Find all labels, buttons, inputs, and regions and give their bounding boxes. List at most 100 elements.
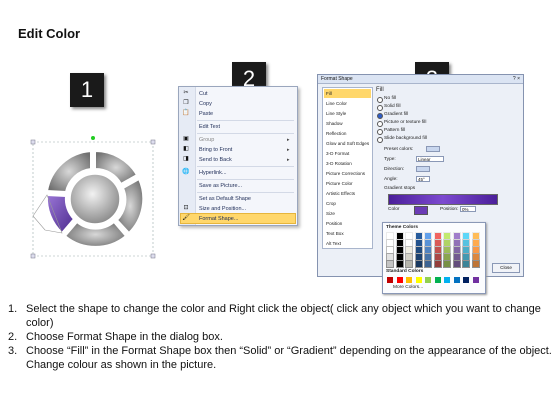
theme-color-swatch[interactable] bbox=[433, 232, 442, 240]
position-input[interactable]: 0% bbox=[460, 206, 476, 212]
color-picker-button[interactable] bbox=[414, 206, 428, 215]
theme-color-swatch[interactable] bbox=[462, 246, 470, 254]
resize-handle-tl[interactable] bbox=[30, 139, 36, 145]
theme-color-swatch[interactable] bbox=[405, 232, 413, 240]
menu-item-set-default-shape[interactable]: Set as Default Shape bbox=[181, 194, 293, 203]
theme-color-swatch[interactable] bbox=[414, 239, 423, 247]
theme-color-swatch[interactable] bbox=[405, 260, 413, 268]
theme-color-swatch[interactable] bbox=[452, 253, 461, 261]
menu-item-copy[interactable]: ❐ Copy bbox=[181, 99, 293, 108]
theme-color-swatch[interactable] bbox=[395, 253, 404, 261]
standard-color-swatch[interactable] bbox=[396, 277, 403, 283]
radio-slide-background-fill[interactable] bbox=[377, 137, 383, 143]
radio-picture-fill[interactable] bbox=[377, 121, 383, 127]
theme-color-swatch[interactable] bbox=[471, 253, 480, 261]
theme-color-swatch[interactable] bbox=[452, 232, 461, 240]
theme-color-swatch[interactable] bbox=[424, 246, 432, 254]
theme-color-swatch[interactable] bbox=[386, 239, 394, 247]
theme-color-swatch[interactable] bbox=[395, 260, 404, 268]
theme-color-swatch[interactable] bbox=[471, 260, 480, 268]
menu-item-edit-text[interactable]: Edit Text bbox=[181, 122, 293, 131]
theme-color-swatch[interactable] bbox=[471, 246, 480, 254]
theme-color-swatch[interactable] bbox=[414, 246, 423, 254]
theme-color-swatch[interactable] bbox=[433, 239, 442, 247]
standard-color-swatch[interactable] bbox=[472, 277, 479, 283]
standard-color-swatch[interactable] bbox=[453, 277, 460, 283]
theme-color-swatch[interactable] bbox=[443, 239, 451, 247]
theme-color-swatch[interactable] bbox=[443, 260, 451, 268]
menu-item-paste[interactable]: 📋 Paste bbox=[181, 109, 293, 118]
standard-color-swatch[interactable] bbox=[463, 277, 469, 283]
theme-color-swatch[interactable] bbox=[452, 260, 461, 268]
nav-item-picture-corrections[interactable]: Picture Corrections bbox=[324, 169, 371, 178]
nav-item-picture-color[interactable]: Picture Color bbox=[324, 179, 371, 188]
segmented-ring-shape[interactable] bbox=[25, 132, 165, 264]
theme-color-swatch[interactable] bbox=[433, 246, 442, 254]
theme-color-swatch[interactable] bbox=[471, 239, 480, 247]
menu-item-send-to-back[interactable]: ◨ Send to Back ▸ bbox=[181, 155, 293, 164]
theme-color-swatch[interactable] bbox=[443, 253, 451, 261]
standard-color-swatch[interactable] bbox=[415, 277, 422, 283]
standard-color-swatch[interactable] bbox=[444, 277, 450, 283]
menu-item-group[interactable]: ▣ Group ▸ bbox=[181, 135, 293, 144]
theme-color-swatch[interactable] bbox=[462, 260, 470, 268]
nav-item-text-box[interactable]: Text Box bbox=[324, 229, 371, 238]
theme-color-swatch[interactable] bbox=[424, 232, 432, 240]
nav-item-reflection[interactable]: Reflection bbox=[324, 129, 371, 138]
theme-color-swatch[interactable] bbox=[424, 253, 432, 261]
theme-color-swatch[interactable] bbox=[471, 232, 480, 240]
standard-color-swatch[interactable] bbox=[387, 277, 393, 283]
ring-segment-bottom[interactable] bbox=[63, 220, 128, 248]
theme-color-swatch[interactable] bbox=[405, 253, 413, 261]
menu-item-cut[interactable]: ✂ Cut bbox=[181, 89, 293, 98]
nav-item-artistic-effects[interactable]: Artistic Effects bbox=[324, 189, 371, 198]
standard-color-swatch[interactable] bbox=[425, 277, 431, 283]
nav-item-fill[interactable]: Fill bbox=[324, 89, 371, 98]
theme-color-swatch[interactable] bbox=[452, 246, 461, 254]
nav-item-crop[interactable]: Crop bbox=[324, 199, 371, 208]
theme-color-swatch[interactable] bbox=[395, 246, 404, 254]
theme-color-swatch[interactable] bbox=[386, 246, 394, 254]
theme-color-swatch[interactable] bbox=[386, 232, 394, 240]
menu-item-hyperlink[interactable]: 🌐 Hyperlink... bbox=[181, 168, 293, 177]
ring-segment-right[interactable] bbox=[115, 177, 145, 235]
theme-color-swatch[interactable] bbox=[433, 253, 442, 261]
nav-item-line-style[interactable]: Line Style bbox=[324, 109, 371, 118]
theme-color-swatch[interactable] bbox=[433, 260, 442, 268]
radio-no-fill[interactable] bbox=[377, 97, 383, 103]
radio-pattern-fill[interactable] bbox=[377, 129, 383, 135]
theme-color-swatch[interactable] bbox=[443, 232, 451, 240]
theme-color-swatch[interactable] bbox=[424, 260, 432, 268]
theme-color-swatch[interactable] bbox=[443, 246, 451, 254]
theme-color-swatch[interactable] bbox=[405, 246, 413, 254]
resize-handle-tr[interactable] bbox=[150, 139, 156, 145]
standard-color-swatch[interactable] bbox=[434, 277, 441, 283]
type-dropdown[interactable]: Linear bbox=[416, 156, 444, 162]
theme-color-swatch[interactable] bbox=[414, 260, 423, 268]
radio-gradient-fill-selected[interactable] bbox=[377, 113, 383, 119]
theme-color-swatch[interactable] bbox=[462, 232, 470, 240]
angle-input[interactable]: 45° bbox=[416, 176, 430, 182]
nav-item-shadow[interactable]: Shadow bbox=[324, 119, 371, 128]
resize-handle-bl[interactable] bbox=[30, 253, 36, 259]
nav-item-position[interactable]: Position bbox=[324, 219, 371, 228]
dialog-title-controls[interactable]: ? × bbox=[513, 76, 520, 82]
direction-dropdown[interactable] bbox=[416, 166, 430, 172]
resize-handle-br[interactable] bbox=[150, 253, 156, 259]
standard-color-swatch[interactable] bbox=[406, 277, 412, 283]
gradient-stops-bar[interactable] bbox=[388, 194, 498, 205]
nav-item-size[interactable]: Size bbox=[324, 209, 371, 218]
theme-color-swatch[interactable] bbox=[395, 239, 404, 247]
theme-color-swatch[interactable] bbox=[395, 232, 404, 240]
radio-solid-fill[interactable] bbox=[377, 105, 383, 111]
theme-color-swatch[interactable] bbox=[414, 232, 423, 240]
nav-item-alt-text[interactable]: Alt Text bbox=[324, 239, 371, 248]
theme-color-swatch[interactable] bbox=[386, 260, 394, 268]
theme-color-swatch[interactable] bbox=[414, 253, 423, 261]
nav-item-3d-rotation[interactable]: 3-D Rotation bbox=[324, 159, 371, 168]
theme-color-swatch[interactable] bbox=[405, 239, 413, 247]
nav-item-3d-format[interactable]: 3-D Format bbox=[324, 149, 371, 158]
menu-item-format-shape[interactable]: 🖌 Format Shape... bbox=[180, 213, 296, 224]
theme-color-swatch[interactable] bbox=[424, 239, 432, 247]
theme-color-swatch[interactable] bbox=[452, 239, 461, 247]
